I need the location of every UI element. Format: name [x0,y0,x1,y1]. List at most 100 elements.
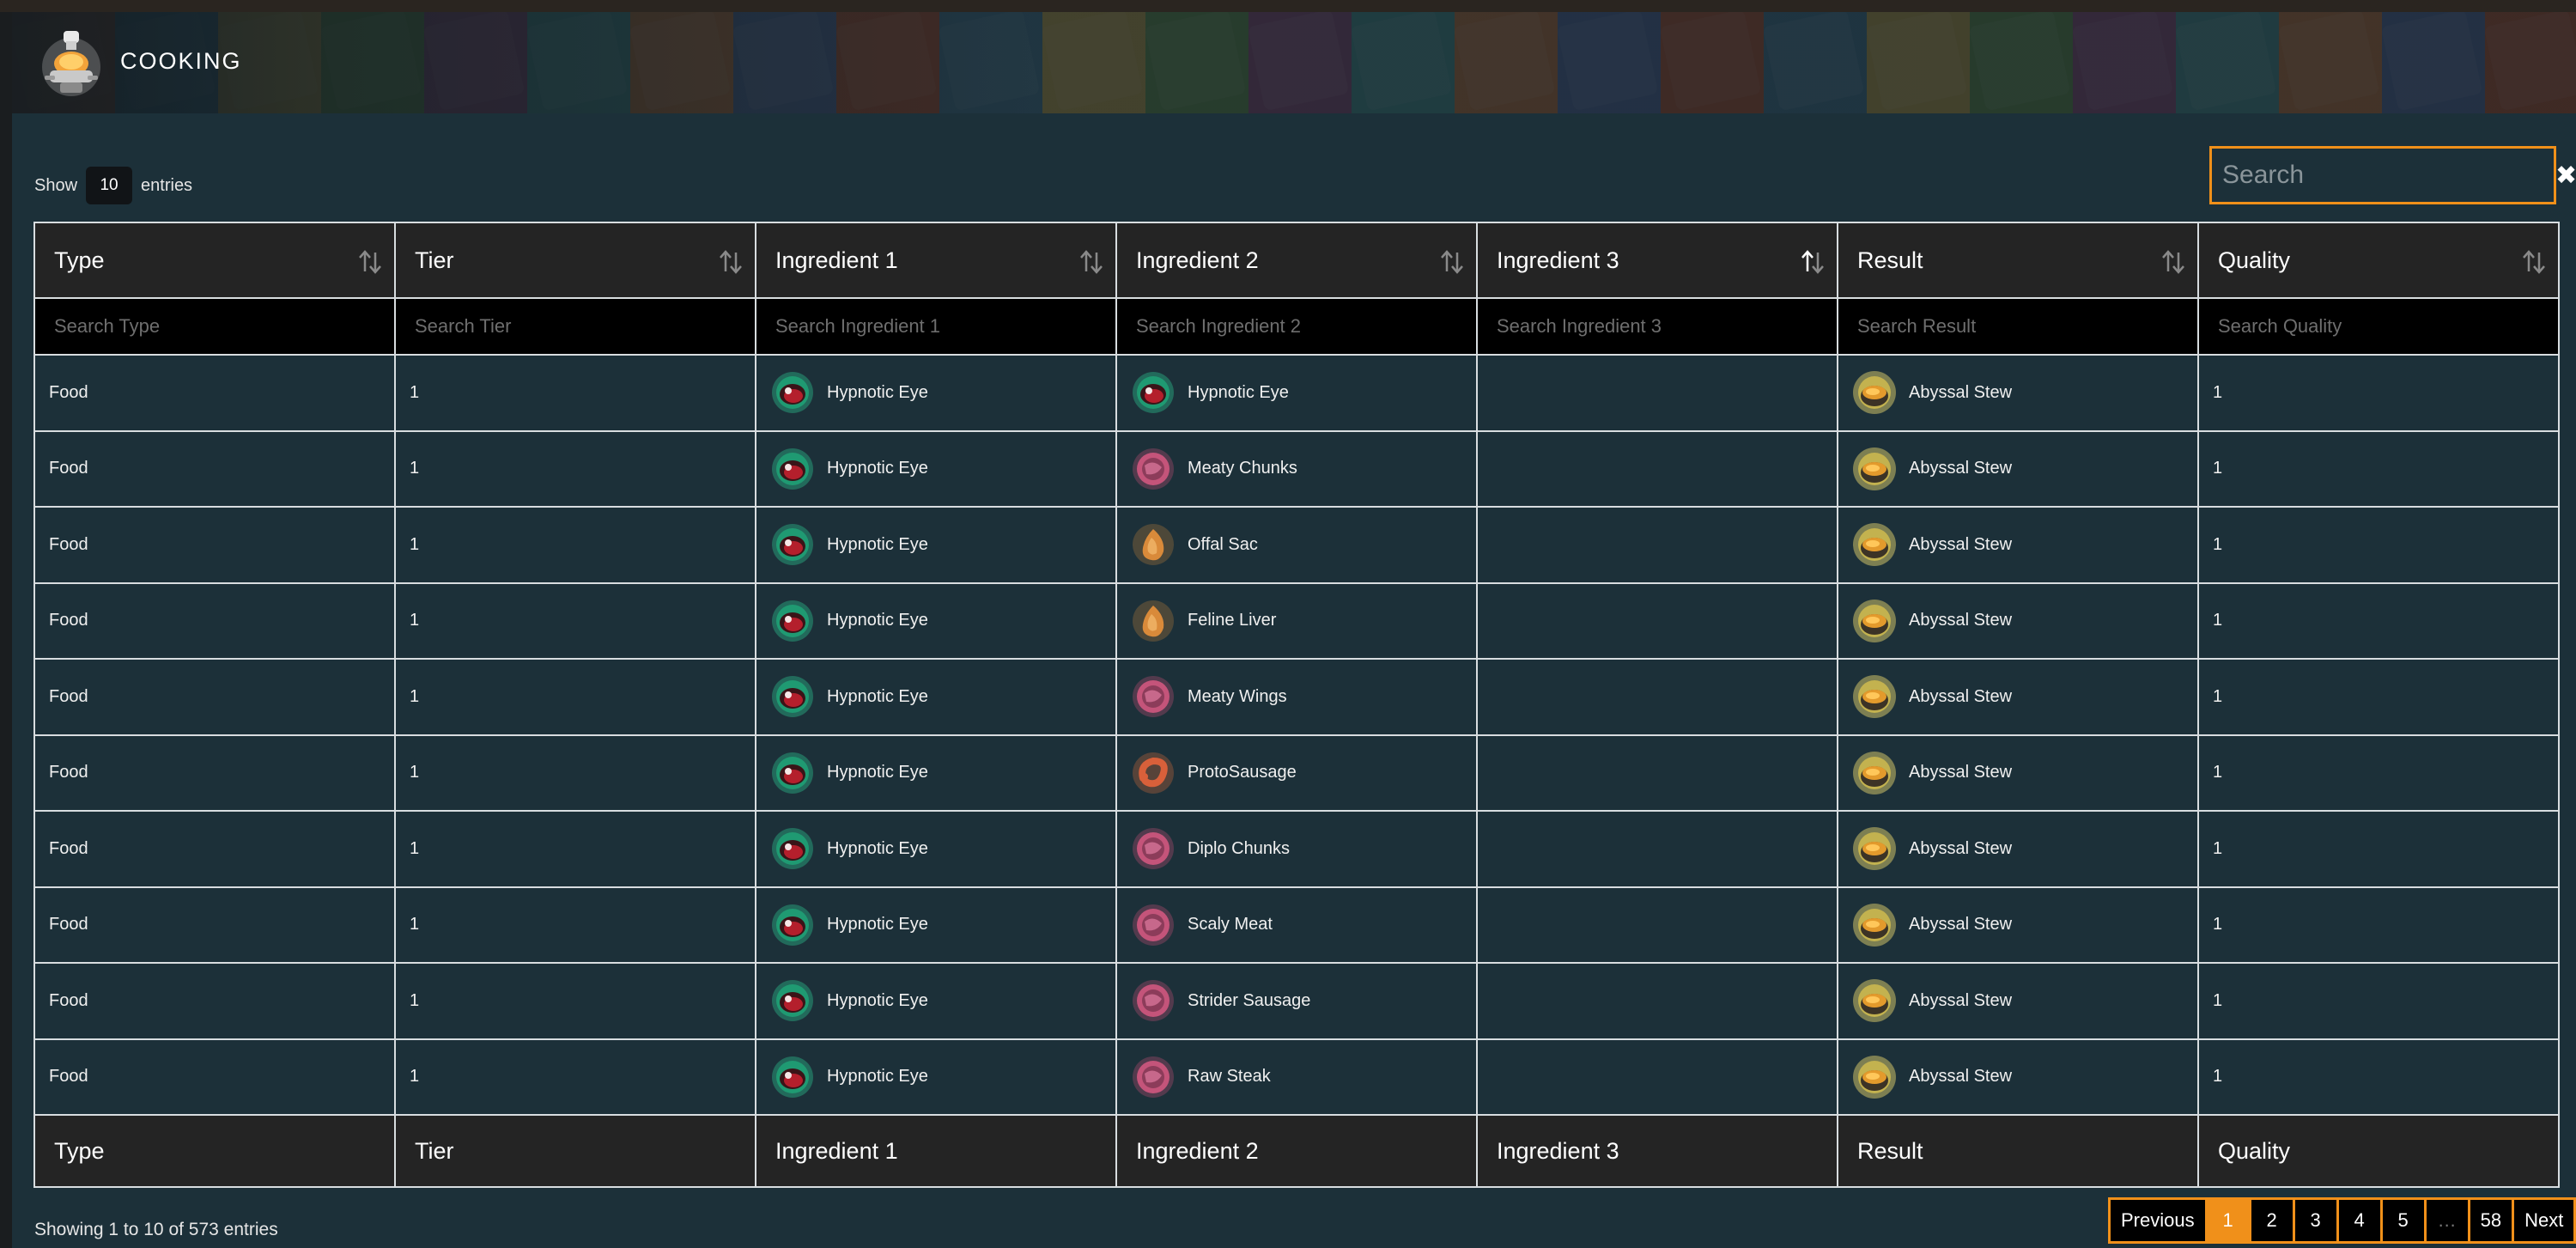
cell-ingredient-2: Diplo Chunks [1115,810,1478,888]
cell-ingredient-3 [1476,506,1838,584]
cell-ingredient-1: Hypnotic Eye [755,962,1117,1040]
meat-item-icon [1133,676,1174,718]
sort-icon[interactable] [1440,249,1464,275]
item-entry: Hypnotic Eye [770,903,1102,947]
item-name: Abyssal Stew [1909,763,2013,782]
table-footer-row: Type Tier Ingredient 1 Ingredient 2 Ingredie… [33,1114,2560,1188]
cell-ingredient-2: Meaty Chunks [1115,429,1478,508]
cooking-chef-icon [42,31,100,96]
cell-type: Food [33,810,396,888]
column-footer-tier: Tier [394,1114,756,1188]
column-header-result[interactable]: Result [1837,222,2199,299]
stew-item-icon [1853,827,1896,871]
column-header-ingredient-3[interactable]: Ingredient 3 [1476,222,1838,299]
cell-ingredient-1: Hypnotic Eye [755,810,1117,888]
cell-ingredient-2: ProtoSausage [1115,734,1478,812]
sort-icon[interactable] [1079,249,1103,275]
column-header-quality[interactable]: Quality [2197,222,2560,299]
cell-ingredient-2: Offal Sac [1115,506,1478,584]
column-footer-type: Type [33,1114,396,1188]
sort-icon[interactable] [2522,249,2546,275]
column-footer-ingredient-1: Ingredient 1 [755,1114,1117,1188]
cell-ingredient-3 [1476,429,1838,508]
cell-ingredient-3 [1476,886,1838,964]
sort-icon[interactable] [2161,249,2185,275]
item-name: Hypnotic Eye [827,686,928,706]
stew-item-icon [1853,751,1896,794]
item-name: Diplo Chunks [1188,838,1290,858]
cell-ingredient-2: Scaly Meat [1115,886,1478,964]
column-header-tier[interactable]: Tier [394,222,756,299]
item-name: ProtoSausage [1188,763,1297,782]
sac-item-icon [1133,524,1174,566]
table-row: Food 1 Hypnotic Eye Raw Steak Abyssal Stew 1 [33,1038,2560,1116]
cell-ingredient-3 [1476,810,1838,888]
sort-icon[interactable] [1801,249,1825,275]
column-filter-ingredient-2[interactable] [1134,314,1462,338]
cell-ingredient-2: Feline Liver [1115,581,1478,660]
column-header-ingredient-1[interactable]: Ingredient 1 [755,222,1117,299]
item-entry: Raw Steak [1131,1055,1462,1099]
page-button-1[interactable]: 1 [2207,1200,2251,1241]
column-filter-quality[interactable] [2216,314,2544,338]
table-row: Food 1 Hypnotic Eye Hypnotic Eye Abyssal Ste… [33,354,2560,432]
next-page-button[interactable]: Next [2514,1200,2574,1241]
eye-item-icon [772,600,813,642]
item-name: Hypnotic Eye [827,1067,928,1087]
column-filter-tier[interactable] [413,314,741,338]
item-entry: Abyssal Stew [1852,978,2184,1023]
cell-tier: 1 [394,810,756,888]
column-header-type[interactable]: Type [33,222,396,299]
recipes-table: Type Tier Ingredient 1 Ingredient 2 Ingredie… [33,222,2560,1188]
previous-page-button[interactable]: Previous [2111,1200,2208,1241]
column-header-label: Ingredient 3 [1497,247,1619,273]
cell-tier: 1 [394,354,756,432]
column-footer-ingredient-3: Ingredient 3 [1476,1114,1838,1188]
column-header-label: Type [54,247,105,273]
item-entry: Hypnotic Eye [770,447,1102,491]
item-entry: Hypnotic Eye [770,674,1102,719]
page-button-5[interactable]: 5 [2382,1200,2427,1241]
column-filter-ingredient-1[interactable] [774,314,1102,338]
show-label: Show [34,175,78,195]
global-search: ✖ [2209,146,2576,204]
cell-result: Abyssal Stew [1837,734,2199,812]
top-strip [0,0,2576,12]
column-filter-type[interactable] [52,314,380,338]
filter-cell [33,297,396,356]
stew-item-icon [1853,979,1896,1023]
page-button-58[interactable]: 58 [2470,1200,2515,1241]
column-filter-result[interactable] [1856,314,2184,338]
cell-result: Abyssal Stew [1837,810,2199,888]
entries-per-page-select[interactable]: 10 [86,167,133,204]
cell-tier: 1 [394,581,756,660]
cell-ingredient-2: Hypnotic Eye [1115,354,1478,432]
cell-ingredient-3 [1476,354,1838,432]
close-icon[interactable]: ✖ [2555,149,2576,201]
item-name: Meaty Chunks [1188,459,1297,478]
sort-icon[interactable] [719,249,743,275]
page-button-4[interactable]: 4 [2338,1200,2383,1241]
column-filter-ingredient-3[interactable] [1495,314,1823,338]
page-button-3[interactable]: 3 [2294,1200,2339,1241]
sac-item-icon [1133,600,1174,642]
filter-cell [1837,297,2199,356]
cell-tier: 1 [394,658,756,736]
page: COOKING Show 10 entries ✖ TypeTierIngred… [0,0,2576,1248]
show-entries-control: Show 10 entries [34,167,192,204]
cell-type: Food [33,429,396,508]
column-header-ingredient-2[interactable]: Ingredient 2 [1115,222,1478,299]
eye-item-icon [772,372,813,414]
cell-result: Abyssal Stew [1837,1038,2199,1116]
cell-ingredient-3 [1476,581,1838,660]
entries-label: entries [141,175,193,195]
page-button-2[interactable]: 2 [2251,1200,2295,1241]
item-entry: Diplo Chunks [1131,826,1462,871]
item-entry: Hypnotic Eye [770,1055,1102,1099]
search-input[interactable] [2212,149,2555,202]
item-name: Offal Sac [1188,534,1258,554]
cell-ingredient-2: Raw Steak [1115,1038,1478,1116]
stew-item-icon [1853,447,1896,490]
table-body: Food 1 Hypnotic Eye Hypnotic Eye Abyssal Ste… [33,354,2560,1116]
sort-icon[interactable] [358,249,382,275]
